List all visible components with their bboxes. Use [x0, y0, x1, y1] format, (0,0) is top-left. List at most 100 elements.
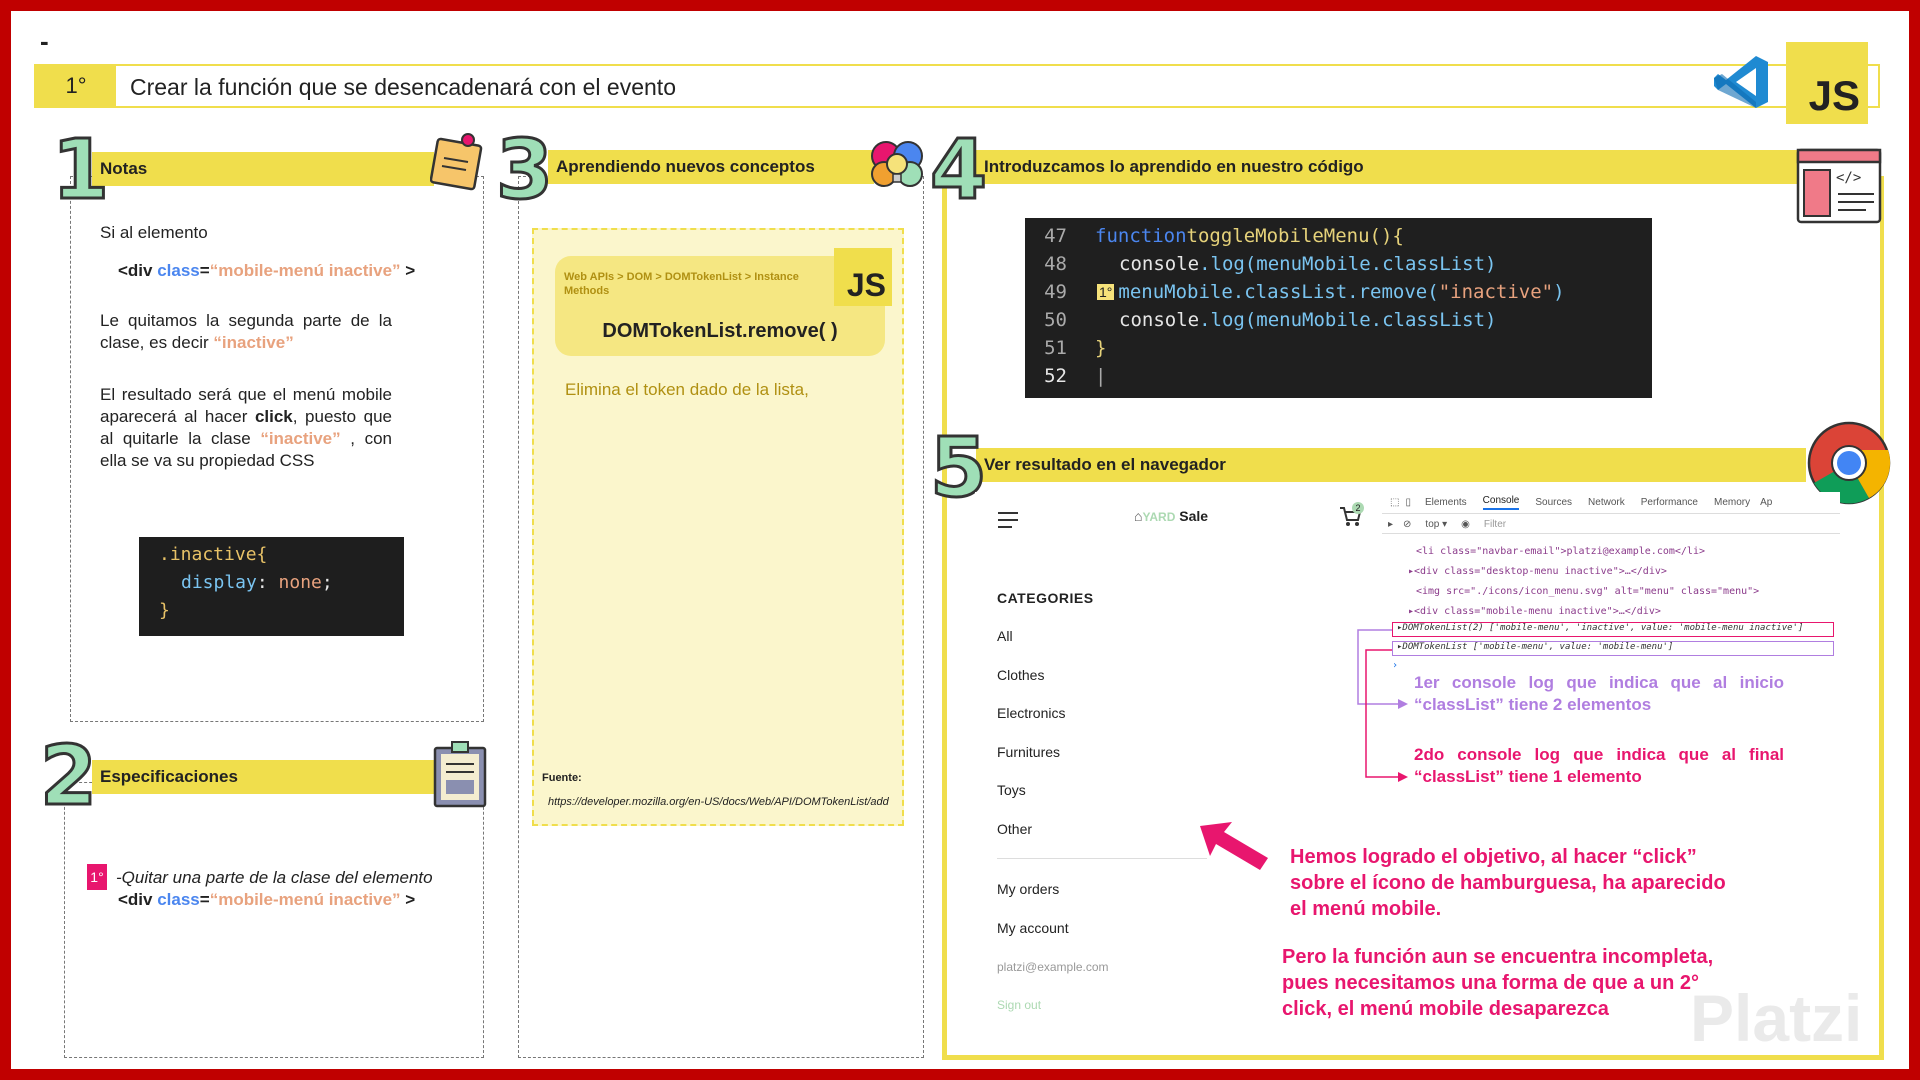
annotation-connectors	[1357, 629, 1408, 782]
note-second-log: 2do console log que indica que al final …	[1414, 745, 1784, 786]
clear-console-icon[interactable]: ⊘	[1403, 519, 1411, 530]
svg-text:</>: </>	[1836, 170, 1861, 186]
concept-js-badge: JS	[834, 248, 892, 306]
css-close: }	[159, 600, 170, 621]
category-electronics[interactable]: Electronics	[997, 705, 1065, 721]
devtools-tab-performance[interactable]: Performance	[1641, 497, 1698, 508]
devtools-tab-console[interactable]: Console	[1482, 495, 1520, 510]
css-semi: ;	[321, 572, 333, 593]
code-cursor: |	[1095, 365, 1107, 387]
code-log: .log(menuMobile.classList)	[1199, 309, 1497, 331]
spec-code-attr: class	[157, 890, 200, 909]
device-icon[interactable]: ▯	[1405, 497, 1411, 508]
notas-p3-highlight: “inactive”	[260, 429, 341, 448]
code-target: menuMobile.classList	[1118, 281, 1348, 303]
notas-code-attr: class	[157, 261, 200, 280]
css-code-block: .inactive{ display: none; }	[139, 537, 404, 636]
brain-bulb-icon	[871, 141, 923, 187]
devtools-panel: ⬚ ▯ Elements Console Sources Network Per…	[1382, 492, 1840, 672]
devtools-tab-network[interactable]: Network	[1588, 497, 1625, 508]
logo-sale: Sale	[1175, 508, 1209, 524]
console-tokenlist-1[interactable]: ▸DOMTokenList(2) ['mobile-menu', 'inacti…	[1392, 622, 1834, 637]
panel-codigo-header: Introduzcamos lo aprendido en nuestro có…	[976, 150, 1806, 184]
console-line: <img src="./icons/icon_menu.svg" alt="me…	[1416, 586, 1760, 597]
panel-especificaciones-title: Especificaciones	[100, 767, 238, 786]
category-other[interactable]: Other	[997, 821, 1032, 837]
category-all[interactable]: All	[997, 628, 1013, 644]
panel-resultado-header: Ver resultado en el navegador	[976, 448, 1806, 482]
spec-text: -Quitar una parte de la clase del elemen…	[116, 868, 433, 887]
vscode-icon	[1714, 56, 1768, 108]
code-paren: )	[1553, 281, 1565, 303]
pending-message: Pero la función aun se encuentra incompl…	[1282, 946, 1714, 1020]
my-orders-link[interactable]: My orders	[997, 881, 1059, 897]
notas-code-val: “mobile-menú inactive”	[209, 261, 401, 280]
notas-code-div: <div class=“mobile-menú inactive” >	[118, 260, 415, 282]
my-account-link[interactable]: My account	[997, 920, 1069, 936]
notas-paragraph-2: Le quitamos la segunda parte de la clase…	[100, 310, 392, 354]
devtools-tabbar: ⬚ ▯ Elements Console Sources Network Per…	[1382, 492, 1840, 514]
sign-out-link[interactable]: Sign out	[997, 998, 1041, 1012]
sticky-note-icon	[430, 133, 483, 191]
yard-sale-logo[interactable]: ⌂YARD Sale	[1134, 508, 1208, 524]
panel-notas-number: 1	[50, 123, 110, 218]
header-bar: 1° Crear la función que se desencadenará…	[34, 64, 1880, 108]
code-string: "inactive"	[1438, 281, 1554, 303]
category-clothes[interactable]: Clothes	[997, 667, 1044, 683]
css-property: display	[181, 572, 257, 593]
code-line-48: 48 console .log(menuMobile.classList)	[1025, 250, 1496, 278]
line-number: 52	[1044, 365, 1067, 387]
category-furnitures[interactable]: Furnitures	[997, 744, 1060, 760]
notas-p3-bold: click	[254, 407, 293, 426]
panel-especificaciones-number: 2	[38, 729, 98, 824]
code-remove: .remove(	[1347, 281, 1439, 303]
devtools-tab-memory[interactable]: Memory	[1714, 497, 1750, 508]
notas-paragraph-3: El resultado será que el menú mobile apa…	[100, 384, 392, 472]
clipboard-icon	[433, 741, 487, 808]
page-title: Crear la función que se desencadenará co…	[130, 74, 676, 100]
console-toolbar: ▸ ⊘ top ▾ ◉ Filter	[1382, 516, 1840, 534]
category-toys[interactable]: Toys	[997, 782, 1026, 798]
platzi-watermark: Platzi	[1690, 981, 1863, 1055]
console-tokenlist-2[interactable]: ▸DOMTokenList ['mobile-menu', value: 'mo…	[1392, 641, 1834, 656]
code-fn: toggleMobileMenu(){	[1186, 225, 1404, 247]
code-window-icon: </>	[1796, 148, 1882, 224]
header-dash: -	[40, 26, 49, 56]
line-number: 49	[1044, 281, 1067, 303]
console-filter-input[interactable]: Filter	[1484, 519, 1506, 530]
css-colon: :	[256, 572, 279, 593]
source-url[interactable]: https://developer.mozilla.org/en-US/docs…	[548, 796, 889, 808]
spec-step-badge: 1°	[87, 864, 107, 890]
line-number: 48	[1044, 253, 1067, 275]
panel-codigo-title: Introduzcamos lo aprendido en nuestro có…	[984, 157, 1364, 176]
code-line-47: 47 function toggleMobileMenu(){	[1025, 222, 1404, 250]
code-keyword: function	[1095, 225, 1187, 247]
line-number: 51	[1044, 337, 1067, 359]
panel-especificaciones	[64, 782, 484, 1058]
devtools-tab-sources[interactable]: Sources	[1535, 497, 1572, 508]
spec-code-open: <div	[118, 890, 158, 909]
code-line-49: 49 1° menuMobile.classList .remove("inactiv…	[1025, 278, 1565, 306]
user-email: platzi@example.com	[997, 960, 1109, 974]
console-line: <li class="navbar-email">platzi@example.…	[1416, 546, 1705, 557]
pink-arrow-icon	[1200, 822, 1268, 870]
inspect-icon[interactable]: ⬚	[1390, 497, 1399, 508]
method-description: Elimina el token dado de la lista,	[565, 380, 809, 399]
devtools-tab-application[interactable]: Ap	[1760, 497, 1772, 508]
code-console: console	[1119, 253, 1200, 275]
spec-code-eq: =	[199, 890, 210, 909]
panel-resultado-title: Ver resultado en el navegador	[984, 455, 1226, 474]
eye-icon[interactable]: ◉	[1461, 519, 1470, 530]
panel-especificaciones-header: Especificaciones	[92, 760, 434, 794]
code-console: console	[1119, 309, 1200, 331]
panel-notas-header: Notas	[92, 152, 434, 186]
code-editor: 47 function toggleMobileMenu(){ 48 console…	[1025, 218, 1652, 398]
devtools-tab-elements[interactable]: Elements	[1425, 497, 1467, 508]
code-line-50: 50 console .log(menuMobile.classList)	[1025, 306, 1497, 334]
panel-conceptos-header: Aprendiendo nuevos conceptos	[548, 150, 874, 184]
sidebar-toggle-icon[interactable]: ▸	[1388, 519, 1393, 530]
hamburger-menu-icon[interactable]	[996, 510, 1020, 530]
context-select[interactable]: top ▾	[1425, 519, 1447, 530]
categories-title: CATEGORIES	[997, 590, 1094, 606]
source-label: Fuente:	[542, 772, 582, 784]
